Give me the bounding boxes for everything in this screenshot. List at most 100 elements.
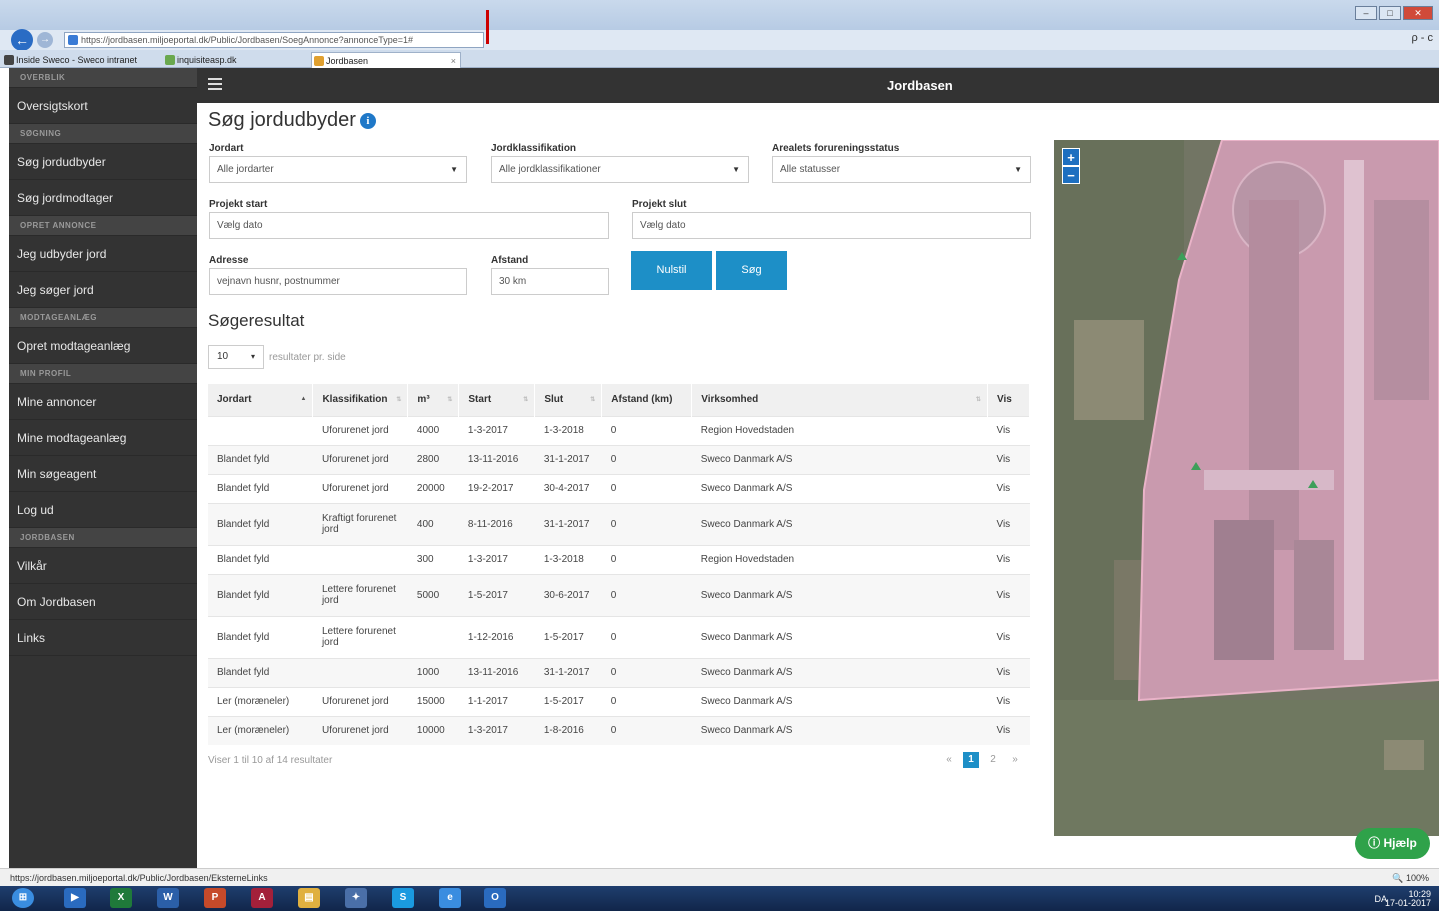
- sort-up-icon: ▲: [300, 396, 307, 402]
- sidebar-item-mine-annoncer[interactable]: Mine annoncer: [9, 384, 197, 420]
- chevron-down-icon: ▼: [732, 165, 740, 174]
- tab-inquisiteasp[interactable]: inquisiteasp.dk: [163, 52, 303, 68]
- pager-prev[interactable]: «: [941, 752, 957, 768]
- reset-button[interactable]: Nulstil: [631, 251, 712, 290]
- afstand-input[interactable]: 30 km: [491, 268, 609, 295]
- minimize-button[interactable]: –: [1355, 6, 1377, 20]
- sort-icon: ⇅: [975, 397, 981, 403]
- help-button[interactable]: ⓘ Hjælp: [1355, 828, 1430, 859]
- col-header-label: Start: [468, 394, 492, 406]
- results-info: Viser 1 til 10 af 14 resultater: [208, 755, 333, 766]
- internet-explorer-icon[interactable]: e: [439, 888, 461, 908]
- col-header-start[interactable]: Start ⇅: [458, 384, 536, 416]
- forward-button[interactable]: →: [37, 32, 53, 48]
- tab-inside-sweco[interactable]: Inside Sweco - Sweco intranet: [2, 52, 152, 68]
- info-icon[interactable]: i: [359, 113, 376, 129]
- excel-icon[interactable]: X: [110, 888, 132, 908]
- sort-icon: ⇅: [590, 397, 596, 403]
- sidebar-item-mine-modtageanlaeg[interactable]: Mine modtageanlæg: [9, 420, 197, 456]
- vis-link[interactable]: Vis: [987, 715, 1030, 745]
- vis-link[interactable]: Vis: [987, 615, 1030, 658]
- cell-slut: 30-6-2017: [534, 573, 602, 616]
- vis-link[interactable]: Vis: [987, 544, 1030, 574]
- table-row: Blandet fyld Kraftigt forurenet jord 400…: [208, 502, 1030, 545]
- cell-slut: 1-5-2017: [534, 686, 602, 716]
- zoom-out-button[interactable]: −: [1062, 166, 1080, 184]
- sidebar-item-vilkaar[interactable]: Vilkår: [9, 548, 197, 584]
- file-explorer-icon[interactable]: ▤: [298, 888, 320, 908]
- outlook-icon[interactable]: O: [484, 888, 506, 908]
- col-header-label: Jordart: [217, 394, 252, 406]
- start-button-icon[interactable]: ⊞: [12, 888, 34, 908]
- site-icon: [165, 55, 175, 65]
- col-header-slut[interactable]: Slut ⇅: [534, 384, 603, 416]
- word-icon[interactable]: W: [157, 888, 179, 908]
- search-button[interactable]: Søg: [716, 251, 787, 290]
- pager-page-current[interactable]: 1: [963, 752, 979, 768]
- per-page-select[interactable]: 10 ▾: [208, 345, 264, 369]
- address-bar[interactable]: https://jordbasen.miljoeportal.dk/Public…: [64, 32, 484, 48]
- col-header-klassifikation[interactable]: Klassifikation ⇅: [312, 384, 409, 416]
- vis-link[interactable]: Vis: [987, 573, 1030, 616]
- cell-jordart: Blandet fyld: [208, 573, 313, 616]
- sidebar-item-soeg-jordmodtager[interactable]: Søg jordmodtager: [9, 180, 197, 216]
- sidebar-item-links[interactable]: Links: [9, 620, 197, 656]
- sidebar-item-om-jordbasen[interactable]: Om Jordbasen: [9, 584, 197, 620]
- cell-m3: 400: [407, 502, 459, 545]
- vis-link[interactable]: Vis: [987, 415, 1030, 445]
- sidebar-item-log-ud[interactable]: Log ud: [9, 492, 197, 528]
- results-table: Jordart ▲ Klassifikation ⇅ m³ ⇅ Start ⇅ Slut…: [208, 384, 1031, 745]
- col-header-jordart[interactable]: Jordart ▲: [208, 384, 314, 416]
- cell-slut: 1-3-2018: [534, 415, 602, 445]
- per-page-label: resultater pr. side: [269, 352, 346, 363]
- sidebar-item-oversigtskort[interactable]: Oversigtskort: [9, 88, 197, 124]
- cell-afstand: 0: [601, 686, 692, 716]
- tab-jordbasen[interactable]: Jordbasen ×: [311, 52, 461, 68]
- table-row: Blandet fyld 300 1-3-2017 1-3-2018 0 Reg…: [208, 544, 1030, 574]
- skype-icon[interactable]: S: [392, 888, 414, 908]
- pager-next[interactable]: »: [1007, 752, 1023, 768]
- access-icon[interactable]: A: [251, 888, 273, 908]
- sidebar-item-opret-modtageanlaeg[interactable]: Opret modtageanlæg: [9, 328, 197, 364]
- cell-virksomhed: Sweco Danmark A/S: [691, 657, 988, 687]
- search-refresh-controls[interactable]: ρ - c: [1411, 32, 1433, 44]
- vis-link[interactable]: Vis: [987, 686, 1030, 716]
- forureningsstatus-select[interactable]: Alle statusser ▼: [772, 156, 1031, 183]
- sidebar-header-soegning: SØGNING: [9, 124, 197, 144]
- close-window-button[interactable]: ✕: [1403, 6, 1433, 20]
- hamburger-menu-icon[interactable]: [208, 78, 222, 90]
- cell-virksomhed: Sweco Danmark A/S: [691, 686, 988, 716]
- cell-start: 1-1-2017: [458, 686, 535, 716]
- powerpoint-icon[interactable]: P: [204, 888, 226, 908]
- zoom-in-button[interactable]: +: [1062, 148, 1080, 166]
- sidebar-item-jeg-udbyder-jord[interactable]: Jeg udbyder jord: [9, 236, 197, 272]
- tab-close-icon[interactable]: ×: [451, 53, 456, 69]
- maximize-button[interactable]: □: [1379, 6, 1401, 20]
- back-button[interactable]: ←: [11, 29, 33, 51]
- browser-status-bar: https://jordbasen.miljoeportal.dk/Public…: [0, 868, 1439, 886]
- cell-klassifikation: Uforurenet jord: [312, 715, 408, 745]
- vis-link[interactable]: Vis: [987, 473, 1030, 503]
- vis-link[interactable]: Vis: [987, 444, 1030, 474]
- cell-start: 1-5-2017: [458, 573, 535, 616]
- projekt-start-input[interactable]: Vælg dato: [209, 212, 609, 239]
- projekt-slut-input[interactable]: Vælg dato: [632, 212, 1031, 239]
- jordart-select[interactable]: Alle jordarter ▼: [209, 156, 467, 183]
- col-header-vis[interactable]: Vis: [987, 384, 1031, 416]
- jordklassifikation-select[interactable]: Alle jordklassifikationer ▼: [491, 156, 749, 183]
- zoom-level[interactable]: 🔍 100%: [1392, 869, 1429, 887]
- sidebar-item-soeg-jordudbyder[interactable]: Søg jordudbyder: [9, 144, 197, 180]
- map-view[interactable]: + −: [1054, 140, 1439, 836]
- sidebar-item-min-soegeagent[interactable]: Min søgeagent: [9, 456, 197, 492]
- media-player-icon[interactable]: ▶: [64, 888, 86, 908]
- vis-link[interactable]: Vis: [987, 657, 1030, 687]
- col-header-afstand[interactable]: Afstand (km): [601, 384, 693, 416]
- adresse-input[interactable]: vejnavn husnr, postnummer: [209, 268, 467, 295]
- col-header-m3[interactable]: m³ ⇅: [407, 384, 460, 416]
- col-header-virksomhed[interactable]: Virksomhed ⇅: [691, 384, 988, 416]
- sidebar-item-jeg-soeger-jord[interactable]: Jeg søger jord: [9, 272, 197, 308]
- pager-page-2[interactable]: 2: [985, 752, 1001, 768]
- clock[interactable]: 10:29 17-01-2017: [1385, 890, 1431, 908]
- vis-link[interactable]: Vis: [987, 502, 1030, 545]
- app-icon[interactable]: ✦: [345, 888, 367, 908]
